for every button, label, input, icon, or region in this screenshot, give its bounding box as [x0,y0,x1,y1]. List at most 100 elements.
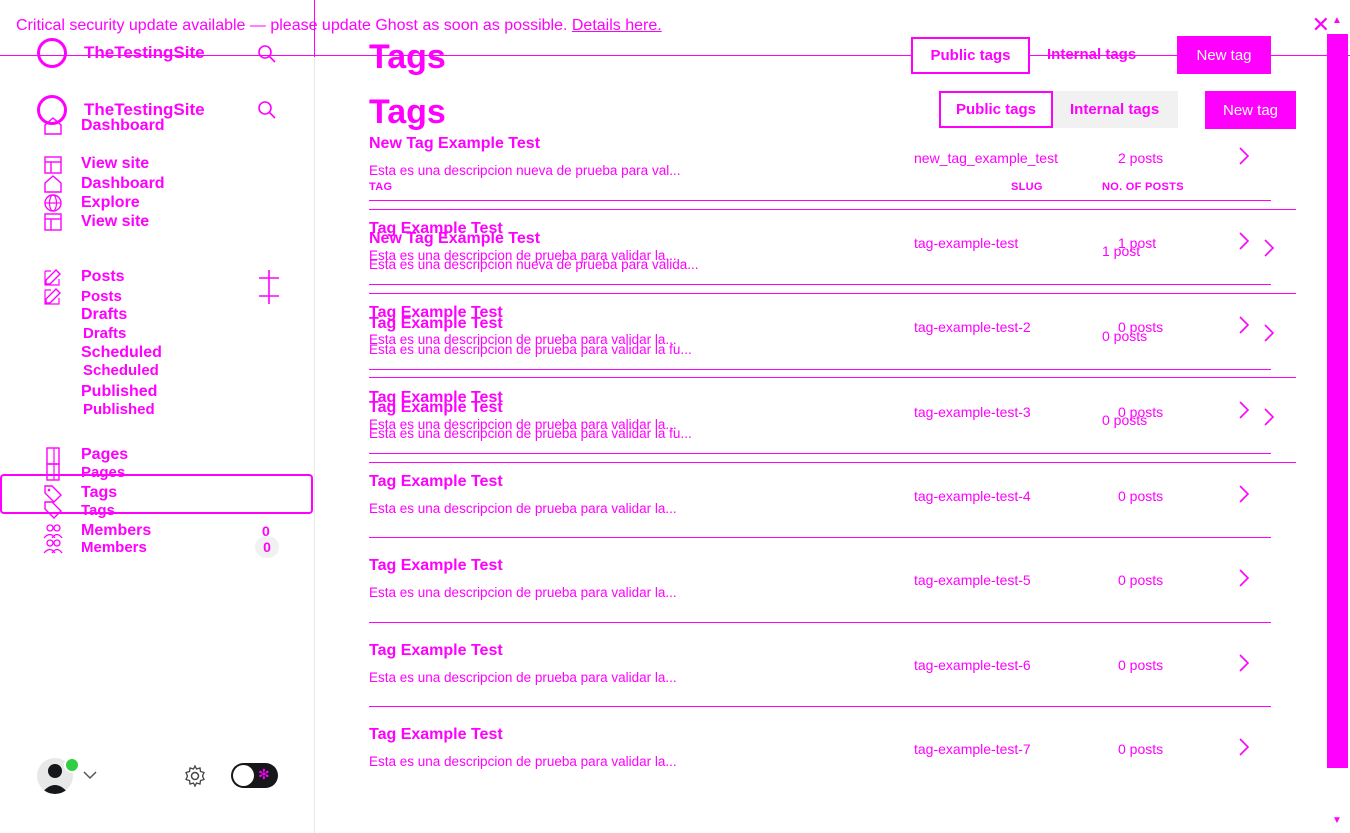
scroll-down-arrow[interactable]: ▼ [1332,815,1342,826]
row-divider-ghost [369,377,1296,378]
tag-slug: new_tag_example_test [914,150,1058,166]
search-icon[interactable] [257,100,277,120]
tag-posts-count[interactable]: 0 posts [1118,488,1163,504]
tab-internal-tags[interactable]: Internal tags [1070,101,1159,118]
tag-name[interactable]: Tag Example Test [369,557,503,575]
sidebar-item-view-site[interactable]: View site [81,155,149,173]
site-name[interactable]: TheTestingSite [84,43,205,63]
sun-icon: ✻ [258,766,270,782]
tag-description: Esta es una descripcion de prueba para v… [369,754,677,769]
chevron-right-icon[interactable] [1237,231,1251,251]
layout-icon [44,156,62,174]
tag-name[interactable]: New Tag Example Test [369,135,540,153]
sidebar-item-drafts[interactable]: Drafts [83,325,126,342]
sidebar-item-scheduled[interactable]: Scheduled [83,362,159,379]
header-divider [369,200,1271,201]
scroll-up-arrow[interactable]: ▲ [1332,15,1342,26]
tab-internal-tags-ghost[interactable]: Internal tags [1047,46,1136,63]
search-icon[interactable] [257,44,277,64]
new-tag-button[interactable]: New tag [1205,91,1296,129]
add-post-icon[interactable] [257,268,281,306]
sidebar-item-published[interactable]: Published [81,383,157,401]
new-tag-button-ghost[interactable]: New tag [1177,36,1271,74]
column-header-posts: NO. OF POSTS [1102,181,1184,193]
tag-posts-count-ghost[interactable]: 0 posts [1102,412,1147,428]
sidebar-item-members[interactable]: Members [81,539,147,556]
chevron-down-icon[interactable] [83,770,97,780]
tag-name[interactable]: Tag Example Test [369,726,503,744]
page-title-ghost: Tags [369,38,446,76]
site-logo-icon[interactable] [37,38,67,68]
row-divider [369,284,1271,285]
tag-name-ghost[interactable]: Tag Example Test [369,399,503,417]
members-icon [43,539,63,554]
sidebar-item-posts[interactable]: Posts [81,288,122,305]
sidebar-item-dashboard[interactable]: Dashboard [81,117,165,135]
tag-name[interactable]: Tag Example Test [369,642,503,660]
tag-slug: tag-example-test-3 [914,404,1031,420]
row-divider [369,706,1271,707]
tag-description-ghost: Esta es una descripcion nueva de prueba … [369,257,699,272]
chevron-right-icon[interactable] [1237,653,1251,673]
chevron-right-icon[interactable] [1237,146,1251,166]
chevron-right-icon[interactable] [1262,323,1276,343]
sidebar-item-scheduled[interactable]: Scheduled [81,344,162,362]
update-banner: Critical security update available — ple… [16,17,662,35]
row-divider-ghost [369,462,1296,463]
toggle-knob [233,765,254,786]
tag-slug: tag-example-test [914,235,1019,251]
row-divider [369,622,1271,623]
tab-public-tags[interactable]: Public tags [939,91,1053,128]
row-divider-ghost [369,293,1296,294]
sidebar-item-members[interactable]: Members [81,522,151,540]
tag-description: Esta es una descripcion de prueba para v… [369,501,677,516]
tag-name-ghost[interactable]: New Tag Example Test [369,230,540,248]
tag-slug: tag-example-test-5 [914,572,1031,588]
row-divider [369,369,1271,370]
tag-icon [44,501,62,519]
tag-posts-count[interactable]: 0 posts [1118,741,1163,757]
chevron-right-icon[interactable] [1237,315,1251,335]
tag-name[interactable]: Tag Example Test [369,473,503,491]
chevron-right-icon[interactable] [1237,484,1251,504]
sidebar-item-tags[interactable]: Tags [81,502,115,519]
gear-icon[interactable] [183,764,207,788]
sidebar-item-published[interactable]: Published [83,401,155,418]
tag-posts-count[interactable]: 2 posts [1118,150,1163,166]
sidebar-item-pages[interactable]: Pages [81,446,128,464]
chevron-right-icon[interactable] [1237,737,1251,757]
tag-posts-count-ghost[interactable]: 0 posts [1102,328,1147,344]
tag-description: Esta es una descripcion de prueba para v… [369,585,677,600]
close-icon[interactable]: ✕ [1312,14,1330,36]
layout-icon [44,213,62,231]
home-icon [44,117,62,135]
sidebar-item-dashboard[interactable]: Dashboard [81,175,165,193]
members-count-badge: 0 [255,536,279,558]
tag-posts-count[interactable]: 0 posts [1118,657,1163,673]
scrollbar-thumb[interactable] [1327,34,1348,768]
chevron-right-icon[interactable] [1262,407,1276,427]
column-header-slug: SLUG [1011,181,1043,193]
edit-icon [44,269,61,286]
banner-details-link[interactable]: Details here. [572,17,662,34]
dark-mode-toggle[interactable]: ✻ [231,763,278,788]
sidebar-item-tags[interactable]: Tags [81,484,117,502]
chevron-right-icon[interactable] [1237,568,1251,588]
globe-icon [44,194,62,212]
edit-icon [44,288,61,305]
sidebar-item-posts[interactable]: Posts [81,268,125,286]
chevron-right-icon[interactable] [1237,400,1251,420]
tag-slug: tag-example-test-2 [914,319,1031,335]
banner-text: Critical security update available — ple… [16,17,568,34]
tag-name-ghost[interactable]: Tag Example Test [369,315,503,333]
column-header-tag: TAG [369,181,393,193]
tab-public-tags-ghost[interactable]: Public tags [911,37,1030,74]
tag-description-ghost: Esta es una descripcion de prueba para v… [369,342,692,357]
tag-slug: tag-example-test-6 [914,657,1031,673]
sidebar-item-drafts[interactable]: Drafts [81,306,127,324]
sidebar-item-explore[interactable]: Explore [81,194,140,212]
chevron-right-icon[interactable] [1262,238,1276,258]
tag-posts-count-ghost[interactable]: 1 post [1102,243,1140,259]
sidebar-item-view-site[interactable]: View site [81,213,149,231]
tag-posts-count[interactable]: 0 posts [1118,572,1163,588]
